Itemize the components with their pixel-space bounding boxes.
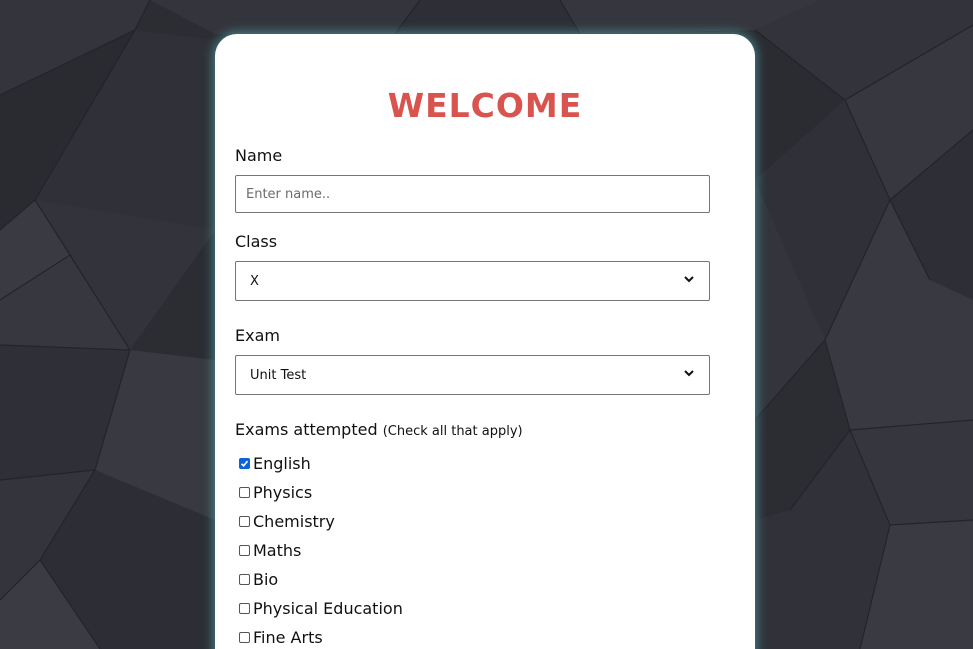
checkbox-maths[interactable]: Maths <box>239 536 403 565</box>
checkbox-fine-arts[interactable]: Fine Arts <box>239 623 403 649</box>
name-label: Name <box>235 146 283 165</box>
name-input[interactable] <box>235 175 710 213</box>
checkbox[interactable] <box>239 632 250 643</box>
checkbox-chemistry[interactable]: Chemistry <box>239 507 403 536</box>
checkbox[interactable] <box>239 458 250 469</box>
checkbox[interactable] <box>239 603 250 614</box>
exam-select-value: Unit Test <box>250 367 307 383</box>
class-select[interactable]: X <box>235 261 710 301</box>
welcome-title: WELCOME <box>387 86 583 125</box>
checkbox-label: Physical Education <box>253 599 403 618</box>
exam-select[interactable]: Unit Test <box>235 355 710 395</box>
checkbox-label: Chemistry <box>253 512 335 531</box>
checkbox[interactable] <box>239 545 250 556</box>
checkbox[interactable] <box>239 487 250 498</box>
checkbox-physics[interactable]: Physics <box>239 478 403 507</box>
chevron-down-icon <box>683 273 695 289</box>
exams-attempted-title: Exams attempted <box>235 420 378 439</box>
form-card: WELCOME Name Class X Exam Unit Test Exam… <box>215 34 755 649</box>
exams-attempted-label: Exams attempted (Check all that apply) <box>235 420 523 439</box>
exams-attempted-hint: (Check all that apply) <box>382 424 523 439</box>
checkbox[interactable] <box>239 574 250 585</box>
checkbox[interactable] <box>239 516 250 527</box>
checkbox-physical-education[interactable]: Physical Education <box>239 594 403 623</box>
checkbox-label: Bio <box>253 570 279 589</box>
exams-checkbox-list: English Physics Chemistry Maths Bio Phys… <box>239 449 403 649</box>
checkbox-label: Maths <box>253 541 302 560</box>
chevron-down-icon <box>683 367 695 383</box>
checkbox-label: Fine Arts <box>253 628 323 647</box>
class-select-value: X <box>250 273 259 289</box>
class-label: Class <box>235 232 278 251</box>
checkbox-english[interactable]: English <box>239 449 403 478</box>
checkbox-bio[interactable]: Bio <box>239 565 403 594</box>
checkmark-icon <box>240 460 249 467</box>
checkbox-label: English <box>253 454 311 473</box>
exam-label: Exam <box>235 326 280 345</box>
checkbox-label: Physics <box>253 483 313 502</box>
